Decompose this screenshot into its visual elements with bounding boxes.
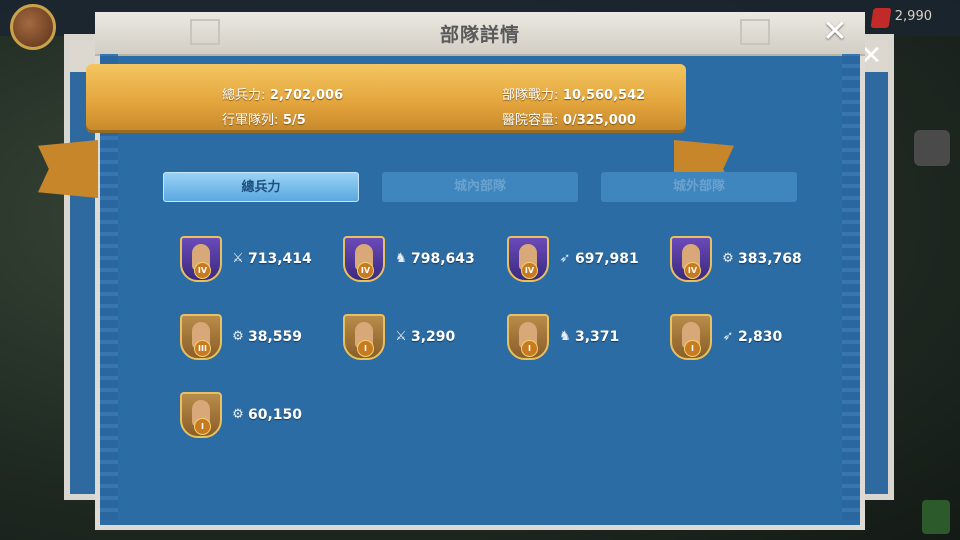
- side-bottom-icon[interactable]: [922, 500, 950, 534]
- horse-icon: ♞: [395, 251, 407, 266]
- troop-portrait: I: [343, 314, 385, 360]
- troop-item[interactable]: III ⚙ 38,559: [180, 312, 302, 362]
- troop-portrait: III: [180, 314, 222, 360]
- hospital-capacity-value: 0/325,000: [562, 113, 636, 128]
- total-troops-stat: 總兵力: 2,702,006: [222, 84, 343, 103]
- troop-item[interactable]: I ♞ 3,371: [507, 312, 619, 362]
- player-avatar[interactable]: [10, 4, 56, 50]
- rank-badge: IV: [521, 262, 538, 279]
- siege-icon: ⚙: [232, 407, 244, 422]
- horse-icon: ♞: [559, 329, 571, 344]
- total-troops-value: 2,702,006: [269, 88, 344, 103]
- troop-portrait: IV: [343, 236, 385, 282]
- march-queue-label: 行軍隊列:: [222, 113, 279, 128]
- side-menu-icon[interactable]: [914, 130, 950, 166]
- troop-item[interactable]: I ⚙ 60,150: [180, 390, 302, 440]
- rank-badge: I: [684, 340, 701, 357]
- hospital-capacity-label: 醫院容量:: [502, 113, 559, 128]
- troop-item[interactable]: IV ⚔ 713,414: [180, 234, 312, 284]
- bow-icon: ➶: [722, 329, 734, 344]
- troop-count: 38,559: [248, 329, 303, 345]
- troop-item[interactable]: IV ⚙ 383,768: [670, 234, 802, 284]
- troop-count: 2,830: [738, 329, 783, 345]
- troop-power-stat: 部隊戰力: 10,560,542: [502, 84, 645, 103]
- tab-city-troops[interactable]: 城內部隊: [382, 172, 578, 202]
- tab-total-troops[interactable]: 總兵力: [163, 172, 359, 202]
- rank-badge: IV: [194, 262, 211, 279]
- march-queue-value: 5/5: [282, 113, 306, 128]
- troop-portrait: IV: [670, 236, 712, 282]
- greek-key-border: [842, 54, 860, 520]
- troop-item[interactable]: I ➶ 2,830: [670, 312, 782, 362]
- siege-icon: ⚙: [722, 251, 734, 266]
- troop-portrait: I: [507, 314, 549, 360]
- rank-badge: III: [194, 340, 211, 357]
- troop-count: 697,981: [575, 251, 639, 267]
- troop-item[interactable]: IV ➶ 697,981: [507, 234, 639, 284]
- ribbon-tail-left: [38, 140, 98, 198]
- troop-item[interactable]: I ⚔ 3,290: [343, 312, 455, 362]
- troop-count: 383,768: [738, 251, 802, 267]
- gem-icon: [870, 8, 892, 28]
- troop-portrait: I: [670, 314, 712, 360]
- rank-badge: I: [521, 340, 538, 357]
- rank-badge: I: [357, 340, 374, 357]
- rank-badge: I: [194, 418, 211, 435]
- close-button[interactable]: ✕: [819, 16, 851, 48]
- total-troops-label: 總兵力:: [222, 88, 266, 103]
- bow-icon: ➶: [559, 251, 571, 266]
- troop-item[interactable]: IV ♞ 798,643: [343, 234, 475, 284]
- troop-power-label: 部隊戰力:: [502, 88, 559, 103]
- troop-count: 798,643: [411, 251, 475, 267]
- troop-portrait: IV: [180, 236, 222, 282]
- troop-count: 3,371: [575, 329, 620, 345]
- troop-count: 3,290: [411, 329, 456, 345]
- troop-portrait: IV: [507, 236, 549, 282]
- troop-count: 713,414: [248, 251, 312, 267]
- hospital-capacity-stat: 醫院容量: 0/325,000: [502, 109, 636, 128]
- tab-field-troops[interactable]: 城外部隊: [601, 172, 797, 202]
- troop-portrait: I: [180, 392, 222, 438]
- rank-badge: IV: [357, 262, 374, 279]
- troop-count: 60,150: [248, 407, 303, 423]
- troop-power-value: 10,560,542: [562, 88, 646, 103]
- sword-icon: ⚔: [232, 251, 244, 266]
- meander-ornament-icon: [740, 19, 770, 45]
- sword-icon: ⚔: [395, 329, 407, 344]
- siege-icon: ⚙: [232, 329, 244, 344]
- gem-count: 2,990: [894, 9, 932, 24]
- march-queue-stat: 行軍隊列: 5/5: [222, 109, 306, 128]
- rank-badge: IV: [684, 262, 701, 279]
- panel-header: 部隊詳情 ✕: [95, 12, 865, 56]
